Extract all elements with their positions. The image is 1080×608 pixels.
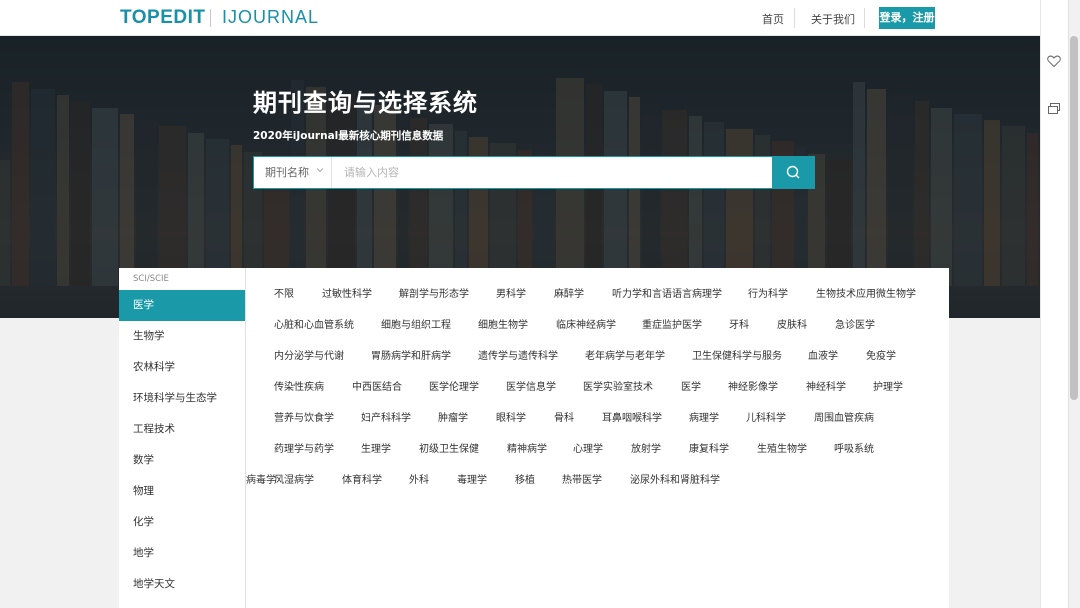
subject-tag[interactable]: 心脏和心血管系统: [274, 316, 354, 331]
subject-tag[interactable]: 医学实验室技术: [583, 378, 653, 393]
subject-tag[interactable]: 内分泌学与代谢: [274, 347, 344, 362]
nav-home[interactable]: 首页: [762, 11, 784, 27]
subject-tag[interactable]: 放射学: [631, 440, 661, 455]
subject-tag[interactable]: 男科学: [496, 285, 526, 300]
subject-tag[interactable]: 行为科学: [748, 285, 788, 300]
heart-icon[interactable]: [1046, 53, 1062, 69]
subject-tag[interactable]: 医学信息学: [506, 378, 556, 393]
subject-tag[interactable]: 移植: [515, 471, 535, 486]
sidebar-item[interactable]: 生物学: [119, 321, 245, 352]
right-toolbar: [1040, 0, 1068, 608]
subject-tag[interactable]: 过敏性科学: [322, 285, 372, 300]
top-header: TOPEDIT IJOURNAL 首页 关于我们 登录，注册: [0, 0, 1040, 36]
sidebar-item[interactable]: 数学: [119, 445, 245, 476]
subject-tag[interactable]: 周围血管疾病: [814, 409, 874, 424]
subject-tag[interactable]: 医学: [681, 378, 701, 393]
subject-tag[interactable]: 儿科科学: [746, 409, 786, 424]
sidebar-item[interactable]: 地学天文: [119, 569, 245, 600]
subject-tag[interactable]: 风湿病学: [274, 471, 314, 486]
subject-tag[interactable]: 生物技术应用微生物学: [816, 285, 916, 300]
subject-tag[interactable]: 细胞与组织工程: [381, 316, 451, 331]
subject-tag[interactable]: 急诊医学: [835, 316, 875, 331]
subject-tag[interactable]: 老年病学与老年学: [585, 347, 665, 362]
subject-tag[interactable]: 体育科学: [342, 471, 382, 486]
subject-tag[interactable]: 药理学与药学: [274, 440, 334, 455]
subject-tag[interactable]: 骨科: [554, 409, 574, 424]
subject-tag[interactable]: 肿瘤学: [438, 409, 468, 424]
subject-tag[interactable]: 中西医结合: [352, 378, 402, 393]
sidebar-item[interactable]: 物理: [119, 476, 245, 507]
subject-tag[interactable]: 精神病学: [507, 440, 547, 455]
subject-tag[interactable]: 皮肤科: [777, 316, 807, 331]
search-input[interactable]: [334, 157, 772, 188]
subject-tag[interactable]: 毒理学: [457, 471, 487, 486]
subject-tag[interactable]: 卫生保健科学与服务: [692, 347, 782, 362]
search-bar: 期刊名称: [253, 156, 815, 189]
subject-tag[interactable]: 神经影像学: [728, 378, 778, 393]
sidebar-item[interactable]: 环境科学与生态学: [119, 383, 245, 414]
subject-tag[interactable]: 眼科学: [496, 409, 526, 424]
subject-tag[interactable]: 营养与饮食学: [274, 409, 334, 424]
subject-tag[interactable]: 神经科学: [806, 378, 846, 393]
subject-tag[interactable]: 初级卫生保健: [419, 440, 479, 455]
subject-tag[interactable]: 呼吸系统: [834, 440, 874, 455]
subject-tag[interactable]: 临床神经病学: [556, 316, 616, 331]
sidebar-item[interactable]: 医学: [119, 290, 245, 321]
search-icon: [786, 165, 800, 179]
subject-tag[interactable]: 不限: [274, 285, 294, 300]
subject-tag[interactable]: 康复科学: [689, 440, 729, 455]
scrollbar-thumb[interactable]: [1070, 36, 1078, 400]
search-field-label: 期刊名称: [265, 166, 309, 179]
chat-icon[interactable]: [1046, 101, 1062, 117]
subject-tag[interactable]: 生殖生物学: [757, 440, 807, 455]
subject-tag[interactable]: 听力学和言语语言病理学: [612, 285, 722, 300]
sidebar-item[interactable]: 工程技术: [119, 414, 245, 445]
sidebar-item[interactable]: 地学: [119, 538, 245, 569]
subject-tag[interactable]: 病理学: [689, 409, 719, 424]
page-title: 期刊查询与选择系统: [253, 89, 478, 117]
subject-tag[interactable]: 遗传学与遗传科学: [478, 347, 558, 362]
subject-tag[interactable]: 生理学: [361, 440, 391, 455]
sidebar-item[interactable]: 化学: [119, 507, 245, 538]
subject-tag[interactable]: 麻醉学: [554, 285, 584, 300]
subject-tag[interactable]: 细胞生物学: [478, 316, 528, 331]
subject-tag[interactable]: 病毒学: [246, 471, 276, 486]
subject-tag[interactable]: 传染性疾病: [274, 378, 324, 393]
search-field-select[interactable]: 期刊名称: [254, 157, 332, 188]
subject-tag[interactable]: 牙科: [729, 316, 749, 331]
subject-tag[interactable]: 外科: [409, 471, 429, 486]
search-button[interactable]: [772, 156, 815, 189]
sidebar-item[interactable]: 农林科学: [119, 352, 245, 383]
subject-tag[interactable]: 妇产科科学: [361, 409, 411, 424]
subject-tag[interactable]: 泌尿外科和肾脏科学: [630, 471, 720, 486]
subject-tag[interactable]: 血液学: [808, 347, 838, 362]
login-register-button[interactable]: 登录，注册: [879, 7, 935, 29]
logo-divider: [210, 9, 211, 27]
subject-tag[interactable]: 耳鼻咽喉科学: [602, 409, 662, 424]
nav-divider: [794, 8, 795, 28]
category-sidebar: SCI/SCIE 医学 生物学 农林科学 环境科学与生态学 工程技术 数学 物理 化学 地学 地学…: [119, 268, 246, 608]
subject-tag[interactable]: 重症监护医学: [642, 316, 702, 331]
ijournal-logo[interactable]: IJOURNAL: [222, 7, 319, 28]
nav-about[interactable]: 关于我们: [811, 11, 855, 27]
subject-tag[interactable]: 医学伦理学: [429, 378, 479, 393]
subject-panel: 不限 过敏性科学 解剖学与形态学 男科学 麻醉学 听力学和言语语言病理学 行为科学 生物技术应…: [246, 268, 949, 608]
topedit-logo[interactable]: TOPEDIT: [120, 7, 206, 29]
subject-tag[interactable]: 解剖学与形态学: [399, 285, 469, 300]
subject-tag[interactable]: 胃肠病学和肝病学: [371, 347, 451, 362]
subject-tag[interactable]: 心理学: [573, 440, 603, 455]
nav-divider: [864, 8, 865, 28]
subject-tag[interactable]: 护理学: [873, 378, 903, 393]
chevron-down-icon: [316, 157, 324, 188]
page-subtitle: 2020年iJournal最新核心期刊信息数据: [253, 130, 444, 142]
subject-tag[interactable]: 热带医学: [562, 471, 602, 486]
sidebar-group-label: SCI/SCIE: [133, 274, 169, 284]
subject-tag[interactable]: 免疫学: [866, 347, 896, 362]
